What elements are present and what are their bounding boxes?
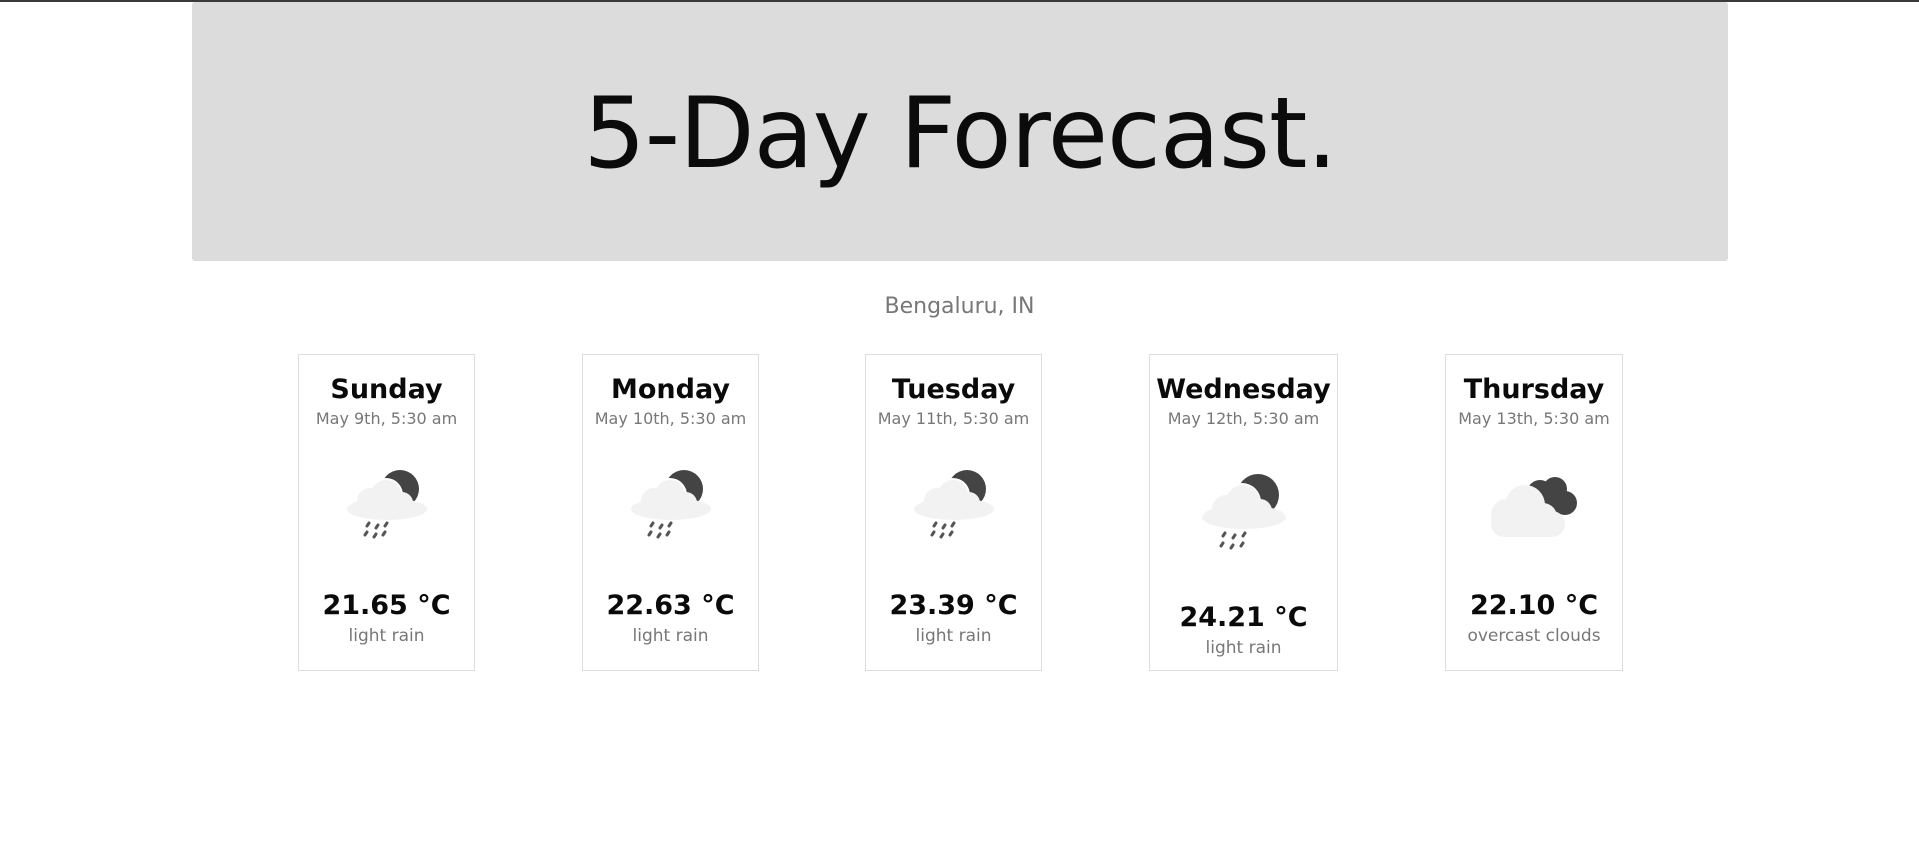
- rain-moon-icon: [1150, 469, 1337, 559]
- day-name: Monday: [611, 374, 730, 405]
- day-name: Wednesday: [1156, 374, 1331, 405]
- forecast-card-wednesday: Wednesday May 12th, 5:30 am 24.21 °C lig…: [1149, 354, 1338, 671]
- forecast-card-tuesday: Tuesday May 11th, 5:30 am 23.39 °C light…: [865, 354, 1042, 671]
- weather-description: overcast clouds: [1467, 626, 1601, 646]
- day-name: Tuesday: [891, 374, 1016, 405]
- forecast-card-sunday: Sunday May 9th, 5:30 am 21.65 °C light r…: [298, 354, 475, 671]
- overcast-clouds-icon: [1446, 467, 1622, 547]
- temperature: 22.10 °C: [1469, 590, 1599, 621]
- forecast-date: May 9th, 5:30 am: [315, 409, 458, 428]
- rain-moon-icon: [583, 465, 758, 545]
- weather-description: light rain: [915, 626, 992, 646]
- forecast-date: May 13th, 5:30 am: [1458, 409, 1610, 428]
- temperature: 22.63 °C: [606, 590, 735, 621]
- temperature: 21.65 °C: [322, 590, 451, 621]
- temperature: 24.21 °C: [1179, 602, 1308, 633]
- weather-description: light rain: [1205, 638, 1282, 658]
- forecast-card-thursday: Thursday May 13th, 5:30 am 22.10 °C over…: [1445, 354, 1623, 671]
- temperature: 23.39 °C: [889, 590, 1018, 621]
- forecast-date: May 11th, 5:30 am: [877, 409, 1030, 428]
- forecast-card-monday: Monday May 10th, 5:30 am 22.63 °C light …: [582, 354, 759, 671]
- weather-description: light rain: [348, 626, 425, 646]
- location-label: Bengaluru, IN: [884, 294, 1035, 319]
- rain-moon-icon: [299, 465, 474, 545]
- page-title: 5-Day Forecast.: [583, 76, 1337, 191]
- header-banner: 5-Day Forecast.: [192, 2, 1728, 261]
- day-name: Sunday: [330, 374, 443, 405]
- forecast-date: May 12th, 5:30 am: [1167, 409, 1320, 428]
- day-name: Thursday: [1463, 374, 1605, 405]
- forecast-date: May 10th, 5:30 am: [594, 409, 747, 428]
- rain-moon-icon: [866, 465, 1041, 545]
- weather-description: light rain: [632, 626, 709, 646]
